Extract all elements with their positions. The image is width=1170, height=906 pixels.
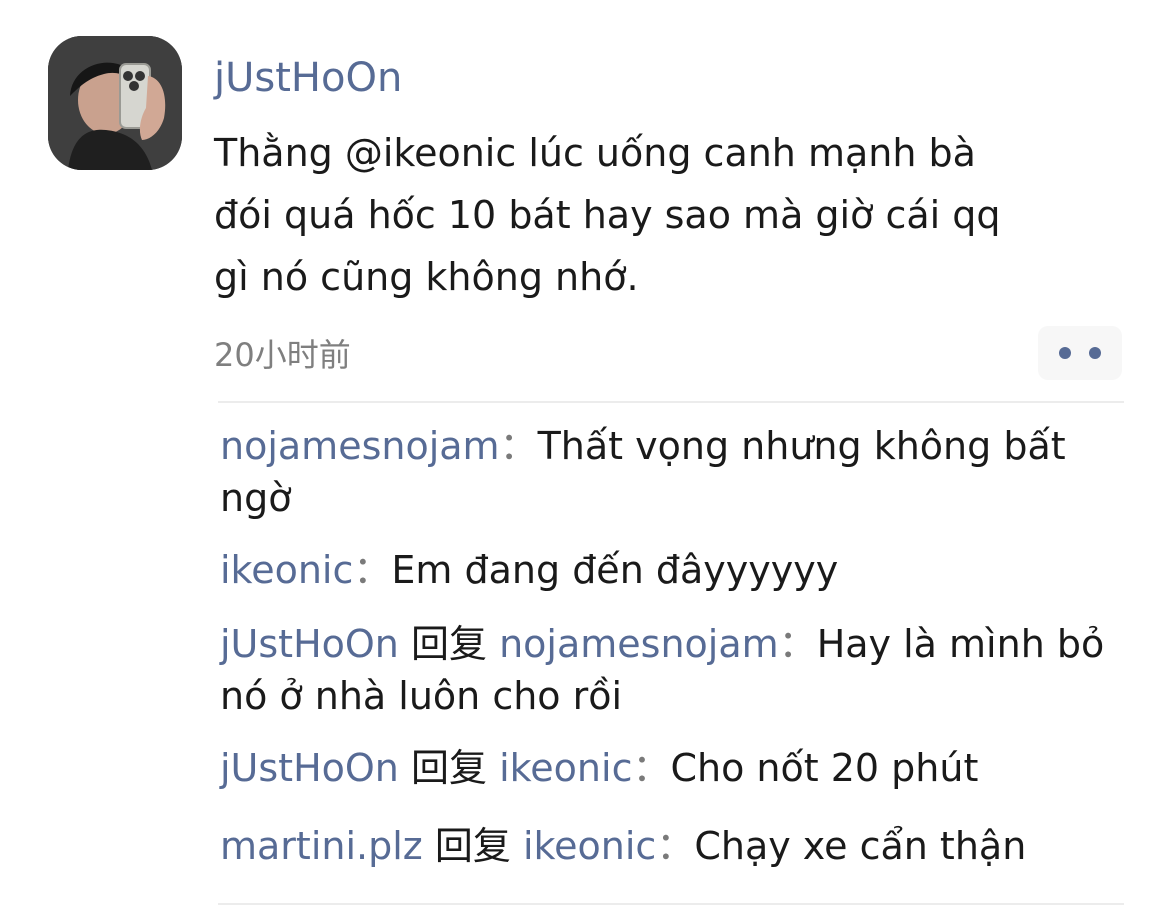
comment-item[interactable]: martini.plz 回复 ikeonic：Chạy xe cẩn thận [220,820,1124,872]
avatar-image [48,36,182,170]
comment-item[interactable]: nojamesnojam：Thất vọng nhưng không bất n… [220,420,1124,524]
comment-item[interactable]: jUstHoOn 回复 ikeonic：Cho nốt 20 phút [220,742,1124,794]
more-dot-icon [1089,347,1101,359]
comment-item[interactable]: ikeonic：Em đang đến đâyyyyyy [220,544,1124,596]
post-timestamp: 20小时前 [214,336,351,374]
comment-author[interactable]: jUstHoOn [220,622,399,666]
comment-separator: ： [353,548,392,592]
comment-author[interactable]: martini.plz [220,824,423,868]
comment-separator: ： [656,824,695,868]
comment-separator: ： [778,622,817,666]
more-options-button[interactable] [1038,326,1122,380]
reply-target[interactable]: nojamesnojam [499,622,779,666]
reply-label: 回复 [434,824,511,868]
comments-divider [218,401,1124,403]
post-text: Thằng @ikeonic lúc uống canh mạnh bà đói… [214,131,1001,299]
bottom-divider [218,903,1124,905]
post-author-name[interactable]: jUstHoOn [214,50,402,106]
more-dot-icon [1059,347,1071,359]
comment-separator: ： [632,746,671,790]
comment-text: Cho nốt 20 phút [670,746,979,790]
comment-author[interactable]: jUstHoOn [220,746,399,790]
avatar[interactable] [48,36,182,170]
comment-text: Em đang đến đâyyyyyy [391,548,839,592]
reply-target[interactable]: ikeonic [523,824,656,868]
comment-author[interactable]: nojamesnojam [220,424,500,468]
comment-separator: ： [499,424,538,468]
reply-target[interactable]: ikeonic [499,746,632,790]
comment-list: nojamesnojam：Thất vọng nhưng không bất n… [220,420,1124,872]
reply-label: 回复 [410,622,487,666]
reply-label: 回复 [410,746,487,790]
comment-text: Chạy xe cẩn thận [694,824,1027,868]
comment-author[interactable]: ikeonic [220,548,353,592]
comment-item[interactable]: jUstHoOn 回复 nojamesnojam：Hay là mình bỏ … [220,618,1124,722]
